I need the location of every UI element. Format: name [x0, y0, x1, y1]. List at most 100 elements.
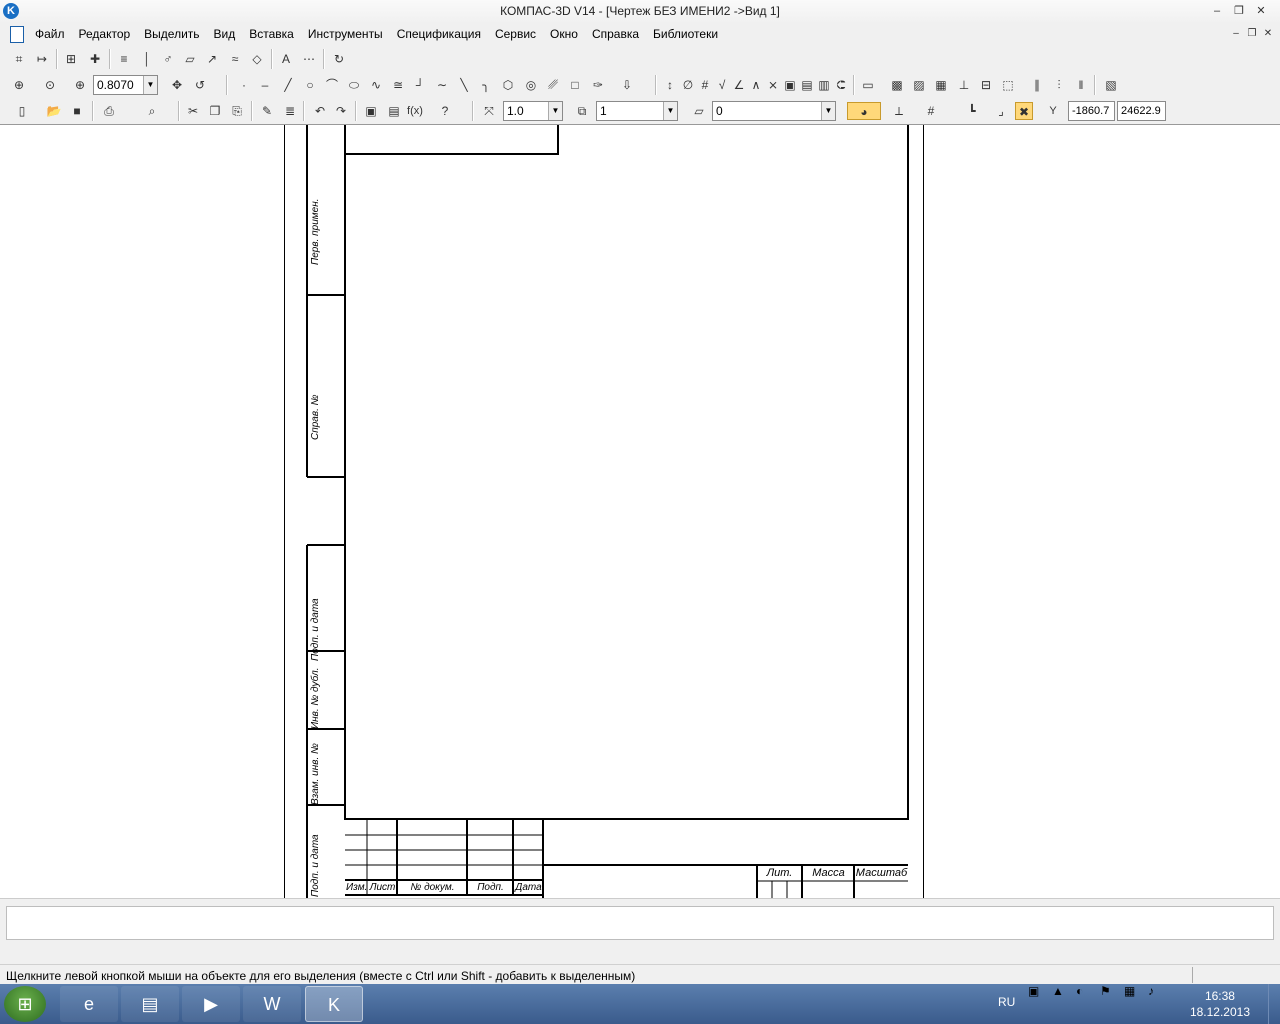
refresh-view-icon[interactable]: ↺ [191, 76, 209, 94]
chevron-down-icon[interactable]: ▼ [663, 102, 677, 120]
word-icon[interactable]: W [243, 986, 301, 1022]
segment-icon[interactable]: ╱ [279, 76, 297, 94]
diameter-dimension-icon[interactable]: ∅ [679, 76, 697, 94]
cut-icon[interactable]: ✂ [184, 102, 202, 120]
manager-document-icon[interactable]: ▣ [362, 102, 380, 120]
tray-network-icon[interactable]: ◐ [1076, 984, 1083, 998]
view-arrow-icon[interactable]: ⮈ [832, 76, 850, 94]
menu-tools[interactable]: Инструменты [308, 27, 383, 41]
function-icon[interactable]: f(x) [406, 102, 424, 120]
arc-icon[interactable]: ⌒ [323, 76, 341, 94]
rectangle-icon[interactable]: □ [566, 76, 584, 94]
file-explorer-icon[interactable]: ▤ [121, 986, 179, 1022]
chevron-down-icon[interactable]: ▼ [821, 102, 835, 120]
spline-icon[interactable]: ∿ [367, 76, 385, 94]
snap-magnet-icon[interactable]: ◕ [847, 102, 881, 120]
circle-icon[interactable]: ○ [301, 76, 319, 94]
coord-y-field[interactable]: 24622.9 [1117, 101, 1166, 121]
point-icon[interactable]: · [235, 76, 253, 94]
mdi-close-button[interactable]: ✕ [1262, 28, 1274, 39]
chamfer-icon[interactable]: ╲ [455, 76, 473, 94]
hatch-icon[interactable]: ␥ [544, 76, 562, 94]
mdi-restore-button[interactable]: ❐ [1246, 28, 1258, 39]
insert-fragment-icon[interactable]: ◇ [248, 50, 266, 68]
pan-icon[interactable]: ✥ [168, 76, 186, 94]
ortho-icon[interactable]: ⌟ [992, 102, 1010, 120]
ellipse-icon[interactable]: ⬭ [345, 76, 363, 94]
line-scale-icon[interactable]: ⤧ [480, 102, 498, 120]
move-icon[interactable]: ▩ [888, 76, 906, 94]
grid-dimension-icon[interactable]: # [696, 76, 714, 94]
menu-specification[interactable]: Спецификация [397, 27, 481, 41]
kompas-icon[interactable]: K [305, 986, 363, 1022]
bezier-icon[interactable]: ∼ [433, 76, 451, 94]
rotate-icon[interactable]: ▨ [910, 76, 928, 94]
show-desktop-button[interactable] [1268, 984, 1280, 1024]
copy-icon[interactable]: ❐ [206, 102, 224, 120]
print-icon[interactable]: ⎙ [100, 102, 118, 120]
line-scale-combo[interactable]: 1.0 ▼ [503, 101, 563, 121]
menu-window[interactable]: Окно [550, 27, 578, 41]
rebuild-icon[interactable]: ↻ [330, 50, 348, 68]
selection-icon[interactable]: ♂ [159, 50, 177, 68]
menu-file[interactable]: Файл [35, 27, 65, 41]
cursor-snap-icon[interactable]: ✖ [1015, 102, 1033, 120]
chevron-down-icon[interactable]: ▼ [143, 76, 157, 94]
linear-dimension-icon[interactable]: ↕ [661, 76, 679, 94]
deform-icon[interactable]: ⬚ [999, 76, 1017, 94]
tray-security-icon[interactable]: ▲ [1052, 984, 1064, 998]
symmetry-icon[interactable]: ⊥ [955, 76, 973, 94]
menu-select[interactable]: Выделить [144, 27, 199, 41]
clock[interactable]: 16:38 18.12.2013 [1190, 988, 1250, 1020]
new-view-icon[interactable]: ▭ [859, 76, 877, 94]
edit-icon[interactable]: ✚ [86, 50, 104, 68]
dimensions-icon[interactable]: ↦ [33, 50, 51, 68]
property-panel-content[interactable] [6, 906, 1274, 940]
orthogonal-mode-icon[interactable]: ⟂ [890, 102, 908, 120]
current-view-icon[interactable]: ⧉ [573, 102, 591, 120]
parametrize-icon[interactable]: ≡ [115, 50, 133, 68]
text-icon[interactable]: Α [277, 50, 295, 68]
library-manager-icon[interactable]: ▧ [1102, 76, 1120, 94]
coord-x-field[interactable]: -1860.7 [1068, 101, 1115, 121]
undo-icon[interactable]: ↶ [311, 102, 329, 120]
geometry-icon[interactable]: ⌗ [10, 50, 28, 68]
menu-libraries[interactable]: Библиотеки [653, 27, 718, 41]
new-document-icon[interactable]: ▯ [13, 102, 31, 120]
internet-explorer-icon[interactable]: e [60, 986, 118, 1022]
contour-icon[interactable]: ┘ [411, 76, 429, 94]
volume-icon[interactable]: ♪ [1148, 984, 1154, 998]
network-icon[interactable]: ▦ [1124, 984, 1135, 998]
menu-insert[interactable]: Вставка [249, 27, 294, 41]
layer-icon[interactable]: ▱ [690, 102, 708, 120]
mdi-minimize-button[interactable]: – [1230, 28, 1242, 39]
chevron-down-icon[interactable]: ▼ [548, 102, 562, 120]
action-center-flag-icon[interactable]: ⚑ [1100, 984, 1111, 998]
zoom-combo[interactable]: 0.8070 ▼ [93, 75, 158, 95]
open-folder-icon[interactable]: 📂 [45, 102, 63, 120]
angle-dimension-icon[interactable]: ∧ [747, 76, 765, 94]
base-icon[interactable]: ▣ [781, 76, 799, 94]
close-button[interactable]: ✕ [1254, 4, 1268, 18]
marker-icon[interactable]: ▥ [815, 76, 833, 94]
tray-app-icon[interactable]: ▣ [1028, 984, 1039, 998]
auxiliary-line-icon[interactable]: – [256, 76, 274, 94]
preview-icon[interactable]: ⌕ [143, 102, 161, 120]
leader-icon[interactable]: ∠ [730, 76, 748, 94]
menu-editor[interactable]: Редактор [79, 27, 131, 41]
equidistant-icon[interactable]: ◎ [522, 76, 540, 94]
menu-help[interactable]: Справка [592, 27, 639, 41]
restore-button[interactable]: ❐ [1232, 4, 1246, 18]
language-indicator[interactable]: RU [998, 995, 1015, 1009]
spec-icon[interactable]: ↗ [203, 50, 221, 68]
view-number-combo[interactable]: 1 ▼ [596, 101, 678, 121]
polyline-icon[interactable]: ≅ [389, 76, 407, 94]
minimize-button[interactable]: – [1210, 4, 1224, 18]
tolerance-icon[interactable]: ⨯ [764, 76, 782, 94]
zoom-extents-icon[interactable]: ⊙ [41, 76, 59, 94]
zoom-window-icon[interactable]: ⊕ [10, 76, 28, 94]
copy-objects-icon[interactable]: ⊟ [977, 76, 995, 94]
drawing-workspace[interactable]: Перв. примен. Справ. № Подп. и дата Инв.… [0, 124, 1280, 898]
scale-icon[interactable]: ▦ [932, 76, 950, 94]
paste-icon[interactable]: ⎘ [228, 102, 246, 120]
